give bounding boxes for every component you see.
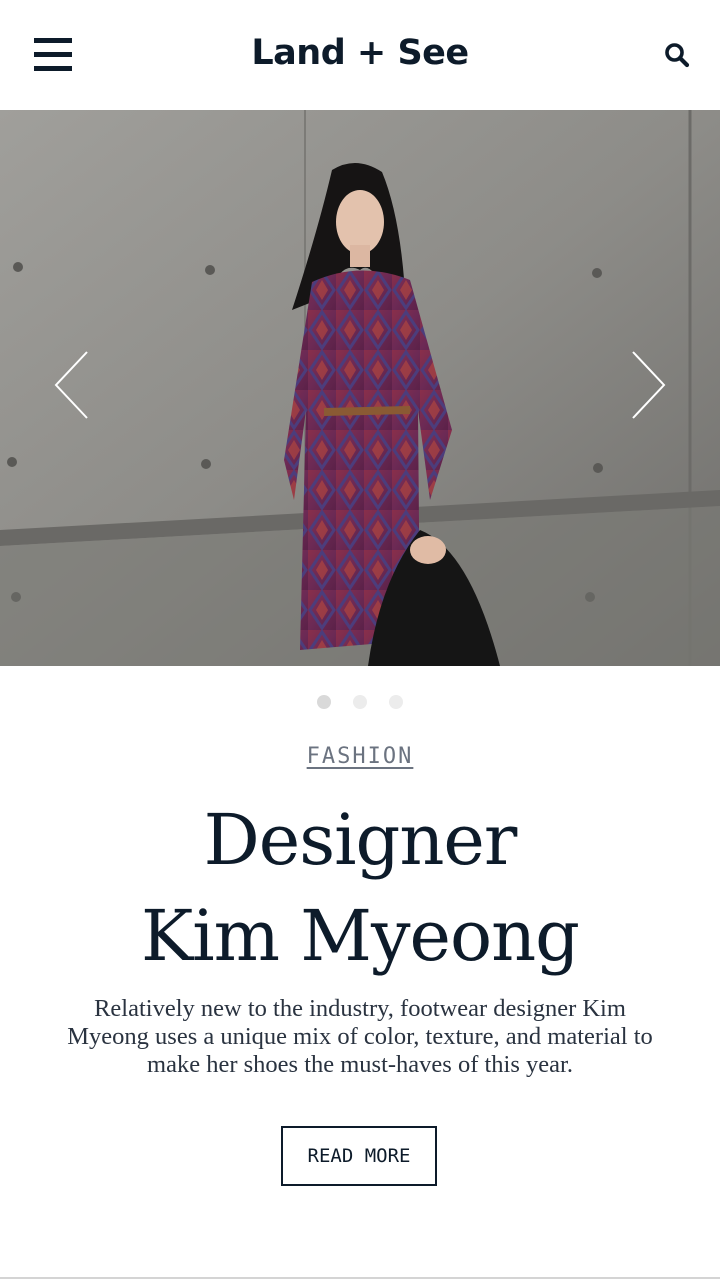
article-category: FASHION bbox=[0, 742, 720, 772]
carousel-dot-2[interactable] bbox=[353, 695, 367, 709]
chevron-right-icon[interactable] bbox=[628, 350, 668, 420]
carousel-dot-3[interactable] bbox=[389, 695, 403, 709]
divider bbox=[0, 1277, 720, 1279]
read-more-button[interactable]: READ MORE bbox=[281, 1126, 437, 1186]
hero-carousel bbox=[0, 110, 720, 666]
carousel-pagination bbox=[0, 695, 720, 711]
article-excerpt: Relatively new to the industry, footwear… bbox=[67, 995, 653, 1078]
site-header: Land + See bbox=[0, 0, 720, 110]
headline-line-2: Kim Myeong bbox=[141, 895, 580, 977]
headline-line-1: Designer bbox=[203, 799, 518, 881]
article-headline[interactable]: Designer Kim Myeong bbox=[20, 792, 700, 984]
hero-image bbox=[0, 110, 720, 666]
category-link[interactable]: FASHION bbox=[307, 744, 414, 769]
site-title[interactable]: Land + See bbox=[0, 30, 720, 76]
chevron-left-icon[interactable] bbox=[52, 350, 92, 420]
carousel-dot-1[interactable] bbox=[317, 695, 331, 709]
search-icon[interactable] bbox=[664, 42, 690, 68]
